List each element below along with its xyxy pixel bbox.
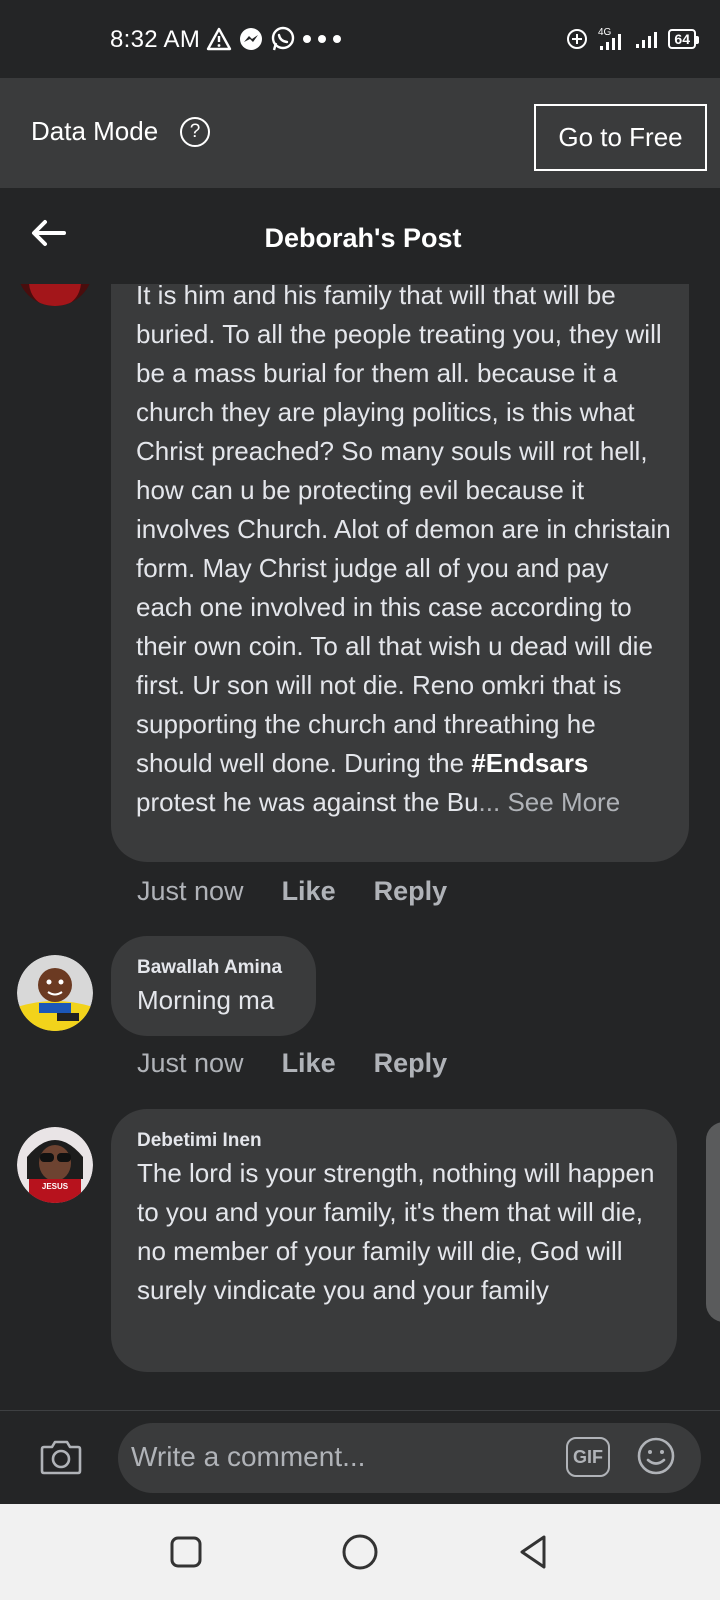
comment-text: It is him and his family that will that … xyxy=(136,284,672,822)
like-button[interactable]: Like xyxy=(282,876,336,907)
system-icons: 4G 64 xyxy=(566,24,699,54)
gif-icon[interactable]: GIF xyxy=(566,1437,610,1477)
signal-icon xyxy=(636,32,658,48)
battery-icon: 64 xyxy=(668,29,699,49)
comment-actions: Just now Like Reply xyxy=(137,876,447,907)
commenter-avatar[interactable] xyxy=(17,284,93,306)
comment-time: Just now xyxy=(137,1048,244,1078)
comment-text-tail: protest he was against the Bu xyxy=(136,787,479,817)
messenger-icon xyxy=(240,28,262,50)
whatsapp-icon xyxy=(271,26,295,51)
like-button[interactable]: Like xyxy=(282,1048,336,1079)
notification-icons xyxy=(206,24,342,54)
warning-icon xyxy=(206,27,232,51)
data-saver-icon xyxy=(567,29,588,49)
attachment-edge xyxy=(706,1122,720,1322)
comment-author[interactable]: Bawallah Amina xyxy=(137,957,282,979)
status-bar: 8:32 AM 4G 64 xyxy=(0,0,720,78)
status-time: 8:32 AM xyxy=(110,26,201,53)
go-to-free-button[interactable]: Go to Free xyxy=(534,104,707,171)
recents-icon[interactable] xyxy=(166,1532,206,1572)
comments-list[interactable]: It is him and his family that will that … xyxy=(0,284,720,1410)
svg-text:4G: 4G xyxy=(598,27,612,38)
more-notifications-icon xyxy=(303,35,341,43)
comment-actions: Just now Like Reply xyxy=(137,1048,447,1079)
comment-text: Morning ma xyxy=(137,985,275,1015)
see-more-link[interactable]: See More xyxy=(507,787,620,817)
home-icon[interactable] xyxy=(340,1532,380,1572)
avatar-caption: JESUS xyxy=(42,1182,69,1191)
help-icon[interactable]: ? xyxy=(180,117,210,147)
comment-text: The lord is your strength, nothing will … xyxy=(137,1158,655,1305)
hashtag-link[interactable]: #Endsars xyxy=(471,748,588,778)
back-nav-icon[interactable] xyxy=(514,1532,554,1572)
emoji-icon[interactable] xyxy=(636,1436,676,1476)
reply-button[interactable]: Reply xyxy=(374,1048,448,1079)
comment-author[interactable]: Debetimi Inen xyxy=(137,1130,262,1152)
comment-time: Just now xyxy=(137,876,244,906)
page-title: Deborah's Post xyxy=(264,223,462,253)
comment-placeholder[interactable]: Write a comment... xyxy=(131,1441,365,1473)
camera-icon[interactable] xyxy=(39,1438,83,1476)
reply-button[interactable]: Reply xyxy=(374,876,448,907)
comment-text-main: It is him and his family that will that … xyxy=(136,284,671,778)
commenter-avatar[interactable]: JESUS xyxy=(17,1127,93,1203)
ellipsis: ... xyxy=(478,787,508,817)
signal-4g-icon: 4G xyxy=(598,27,622,50)
data-mode-label: Data Mode xyxy=(31,116,159,146)
commenter-avatar[interactable] xyxy=(17,955,93,1031)
